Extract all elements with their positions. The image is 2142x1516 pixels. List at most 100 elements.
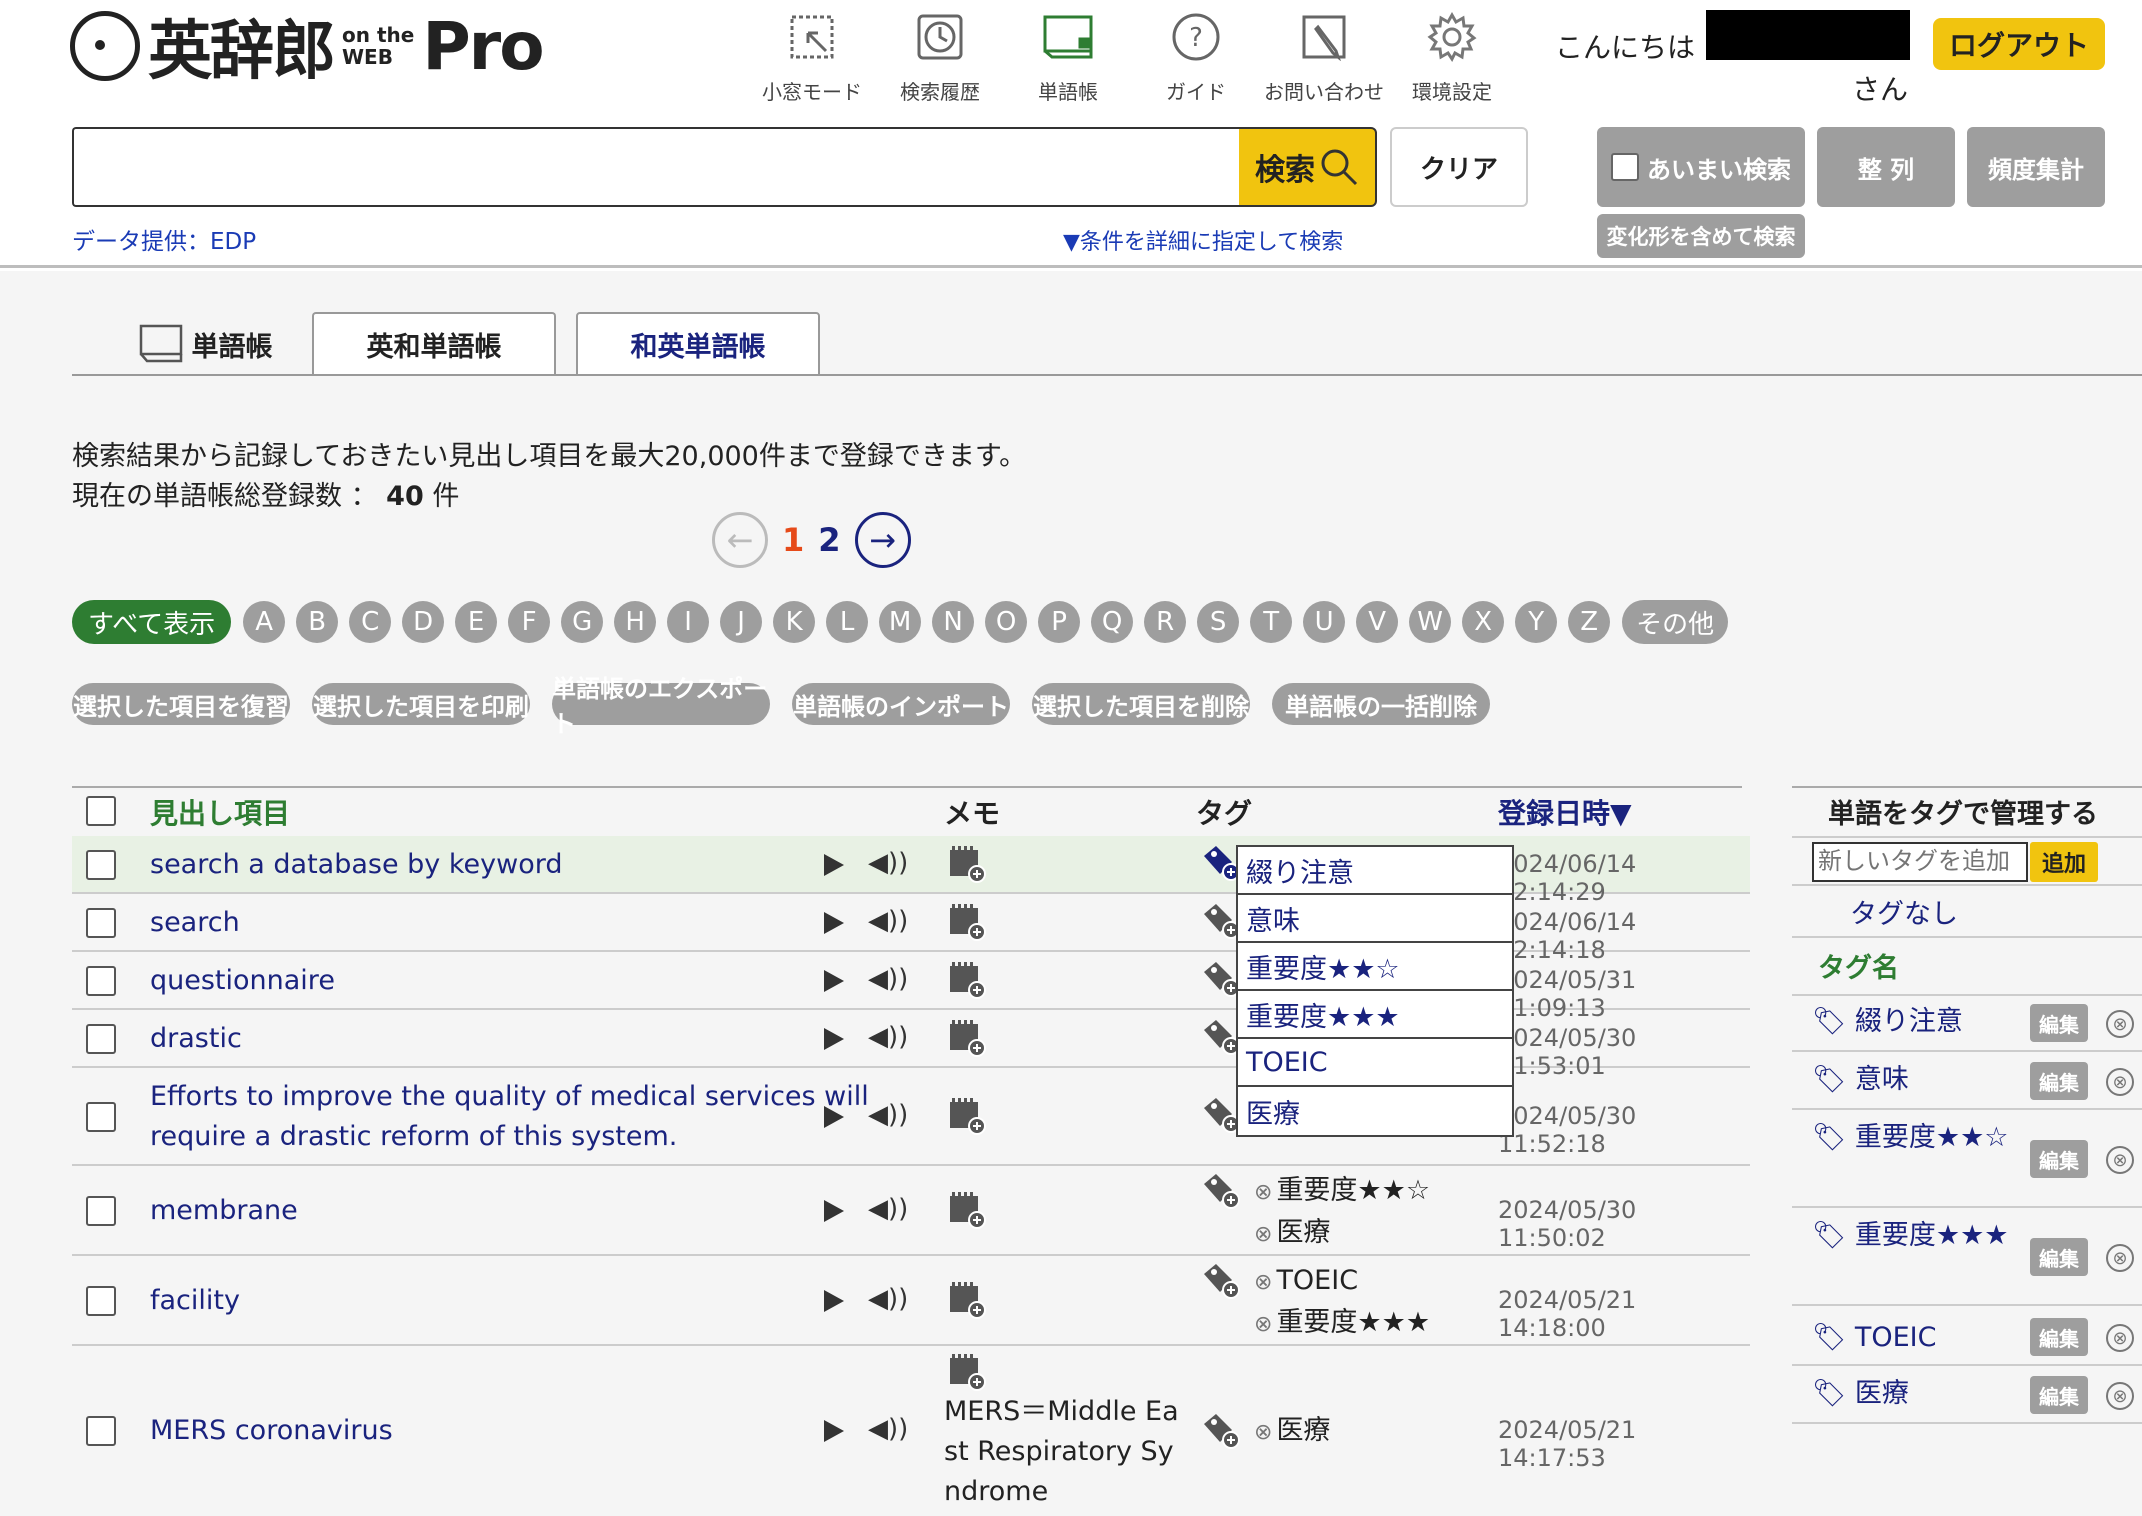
remove-tag-icon[interactable]: ⊗ — [1254, 1312, 1272, 1337]
play-icon[interactable] — [824, 1028, 844, 1050]
tag-add-icon[interactable] — [1202, 1172, 1242, 1210]
headword-link[interactable]: drastic — [150, 1019, 830, 1059]
column-header-date[interactable]: 登録日時▼ — [1498, 792, 1632, 832]
headword-link[interactable]: facility — [150, 1281, 830, 1321]
speaker-icon[interactable]: ◀)) — [868, 906, 908, 936]
play-icon[interactable] — [824, 970, 844, 992]
memo-add-icon[interactable] — [948, 962, 988, 1000]
tag-option[interactable]: 重要度★★★ — [1238, 991, 1512, 1039]
row-checkbox[interactable] — [86, 850, 116, 880]
filter-letter-e[interactable]: E — [455, 601, 498, 643]
edit-tag-button[interactable]: 編集 — [2030, 1062, 2088, 1100]
filter-letter-s[interactable]: S — [1197, 601, 1240, 643]
delete-tag-icon[interactable]: ⊗ — [2106, 1324, 2134, 1352]
memo-add-icon[interactable] — [948, 1098, 988, 1136]
filter-letter-c[interactable]: C — [349, 601, 392, 643]
filter-letter-k[interactable]: K — [773, 601, 816, 643]
tag-option[interactable]: 重要度★★☆ — [1238, 943, 1512, 991]
logout-button[interactable]: ログアウト — [1933, 18, 2105, 70]
clear-button[interactable]: クリア — [1390, 127, 1528, 207]
filter-letter-o[interactable]: O — [985, 601, 1028, 643]
next-page-icon[interactable]: → — [854, 512, 911, 568]
filter-no-tag[interactable]: タグなし — [1850, 892, 1958, 931]
search-button[interactable]: 検索 — [1239, 127, 1377, 207]
sidebar-tag[interactable]: 🏷 重要度★★☆ — [1812, 1118, 2012, 1158]
headword-link[interactable]: MERS coronavirus — [150, 1411, 830, 1451]
speaker-icon[interactable]: ◀)) — [868, 1100, 908, 1130]
review-selected-button[interactable]: 選択した項目を復習 — [72, 683, 290, 725]
nav-wordbook[interactable]: 単語帳 — [1008, 12, 1128, 105]
edit-tag-button[interactable]: 編集 — [2030, 1318, 2088, 1356]
headword-link[interactable]: questionnaire — [150, 961, 830, 1001]
filter-letter-z[interactable]: Z — [1568, 601, 1611, 643]
filter-letter-i[interactable]: I — [667, 601, 710, 643]
filter-letter-a[interactable]: A — [243, 601, 286, 643]
filter-letter-r[interactable]: R — [1144, 601, 1187, 643]
memo-add-icon[interactable] — [948, 846, 988, 884]
memo-add-icon[interactable] — [948, 1020, 988, 1058]
tab-ja-en-wordbook[interactable]: 和英単語帳 — [576, 312, 820, 376]
remove-tag-icon[interactable]: ⊗ — [1254, 1222, 1272, 1247]
filter-letter-u[interactable]: U — [1303, 601, 1346, 643]
tag-add-icon[interactable] — [1202, 1412, 1242, 1450]
tag-option[interactable]: 意味 — [1238, 895, 1512, 943]
add-tag-button[interactable]: 追加 — [2030, 842, 2098, 882]
delete-tag-icon[interactable]: ⊗ — [2106, 1068, 2134, 1096]
select-all-checkbox[interactable] — [86, 796, 116, 826]
filter-letter-w[interactable]: W — [1409, 601, 1452, 643]
play-icon[interactable] — [824, 1200, 844, 1222]
nav-guide[interactable]: ? ガイド — [1136, 12, 1256, 105]
advanced-search-link[interactable]: ▼条件を詳細に指定して検索 — [1063, 224, 1343, 256]
play-icon[interactable] — [824, 912, 844, 934]
page-link-2[interactable]: 2 — [818, 521, 840, 559]
filter-letter-b[interactable]: B — [296, 601, 339, 643]
new-tag-input[interactable] — [1812, 842, 2028, 882]
filter-letter-j[interactable]: J — [720, 601, 763, 643]
tag-option[interactable]: 医療 — [1238, 1087, 1512, 1135]
filter-letter-p[interactable]: P — [1038, 601, 1081, 643]
filter-letter-m[interactable]: M — [879, 601, 922, 643]
sidebar-tag[interactable]: 🏷 意味 — [1812, 1060, 1909, 1100]
memo-add-icon[interactable] — [948, 1354, 988, 1392]
data-credit-link[interactable]: データ提供：EDP — [72, 222, 256, 256]
tag-add-icon[interactable] — [1202, 1262, 1242, 1300]
edit-tag-button[interactable]: 編集 — [2030, 1376, 2088, 1414]
sidebar-tag[interactable]: 🏷 重要度★★★ — [1812, 1216, 2012, 1256]
delete-tag-icon[interactable]: ⊗ — [2106, 1146, 2134, 1174]
row-checkbox[interactable] — [86, 908, 116, 938]
nav-inquiry[interactable]: お問い合わせ — [1264, 12, 1384, 105]
search-input[interactable] — [72, 127, 1239, 207]
export-wordbook-button[interactable]: 単語帳のエクスポート — [552, 675, 770, 738]
filter-letter-q[interactable]: Q — [1091, 601, 1134, 643]
nav-mini-window[interactable]: 小窓モード — [752, 12, 872, 105]
sidebar-tag[interactable]: 🏷 TOEIC — [1812, 1318, 1937, 1358]
memo-add-icon[interactable] — [948, 1282, 988, 1320]
speaker-icon[interactable]: ◀)) — [868, 1414, 908, 1444]
tag-option[interactable]: 綴り注意 — [1238, 847, 1512, 895]
row-checkbox[interactable] — [86, 1286, 116, 1316]
filter-letter-h[interactable]: H — [614, 601, 657, 643]
delete-selected-button[interactable]: 選択した項目を削除 — [1032, 683, 1250, 725]
speaker-icon[interactable]: ◀)) — [868, 1284, 908, 1314]
fuzzy-search-toggle[interactable]: あいまい検索 — [1597, 127, 1805, 207]
row-checkbox[interactable] — [86, 1102, 116, 1132]
tab-wordbook[interactable]: 単語帳 — [110, 312, 300, 376]
delete-tag-icon[interactable]: ⊗ — [2106, 1010, 2134, 1038]
filter-letter-n[interactable]: N — [932, 601, 975, 643]
filter-other[interactable]: その他 — [1622, 600, 1729, 644]
fuzzy-checkbox[interactable] — [1611, 153, 1639, 181]
speaker-icon[interactable]: ◀)) — [868, 1022, 908, 1052]
play-icon[interactable] — [824, 1420, 844, 1442]
speaker-icon[interactable]: ◀)) — [868, 964, 908, 994]
tag-option[interactable]: TOEIC — [1238, 1039, 1512, 1087]
frequency-button[interactable]: 頻度集計 — [1967, 127, 2105, 207]
edit-tag-button[interactable]: 編集 — [2030, 1140, 2088, 1178]
filter-letter-x[interactable]: X — [1462, 601, 1505, 643]
bulk-delete-button[interactable]: 単語帳の一括削除 — [1272, 683, 1490, 725]
site-logo[interactable]: 英辞郎 on the WEB Pro — [70, 8, 545, 89]
edit-tag-button[interactable]: 編集 — [2030, 1238, 2088, 1276]
delete-tag-icon[interactable]: ⊗ — [2106, 1244, 2134, 1272]
tab-en-ja-wordbook[interactable]: 英和単語帳 — [312, 312, 556, 376]
delete-tag-icon[interactable]: ⊗ — [2106, 1382, 2134, 1410]
headword-link[interactable]: Efforts to improve the quality of medica… — [150, 1077, 910, 1157]
